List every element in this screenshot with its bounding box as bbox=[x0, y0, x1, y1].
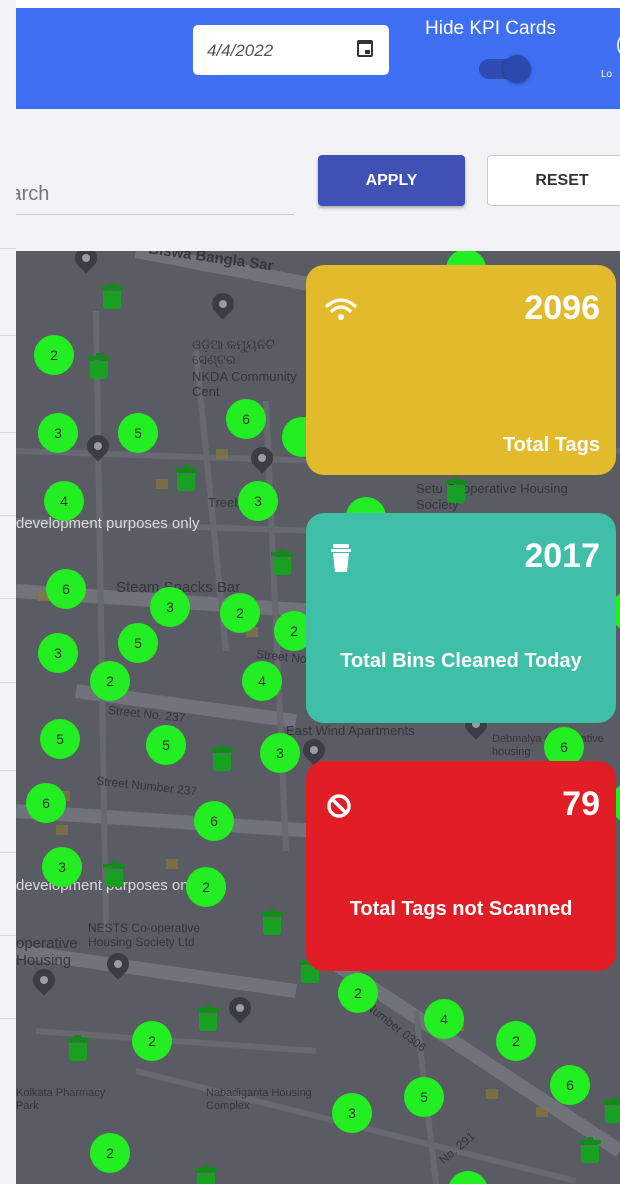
cluster-marker[interactable]: 3 bbox=[150, 587, 190, 627]
map-label-nests: NESTS Co-operative Housing Society Ltd bbox=[88, 921, 201, 949]
cluster-marker[interactable]: 3 bbox=[38, 413, 78, 453]
cluster-marker[interactable]: 3 bbox=[332, 1093, 372, 1133]
cluster-marker[interactable]: 2 bbox=[186, 867, 226, 907]
bin-icon[interactable] bbox=[603, 1097, 620, 1124]
kpi-label-total-tags: Total Tags bbox=[502, 434, 600, 456]
bin-icon[interactable] bbox=[197, 1005, 219, 1032]
kpi-card-total-tags: 2096 Total Tags bbox=[306, 265, 616, 475]
kpi-label-bins-cleaned: Total Bins Cleaned Today bbox=[340, 650, 582, 672]
calendar-icon[interactable] bbox=[357, 40, 373, 57]
cluster-marker[interactable]: 2 bbox=[496, 1021, 536, 1061]
map-label-nabadiganta: Nabadiganta Housing Complex bbox=[206, 1087, 312, 1112]
cluster-marker[interactable]: 5 bbox=[118, 623, 158, 663]
bin-icon[interactable] bbox=[211, 745, 233, 772]
bin-icon[interactable] bbox=[67, 1035, 89, 1062]
cluster-marker[interactable]: 5 bbox=[404, 1077, 444, 1117]
location-pin-icon[interactable] bbox=[102, 948, 134, 983]
kpi-label-tags-not-scanned: Total Tags not Scanned bbox=[349, 898, 573, 920]
cut-off-control: ( bbox=[616, 34, 620, 55]
bin-icon[interactable] bbox=[261, 909, 283, 936]
hide-kpi-label: Hide KPI Cards bbox=[425, 18, 556, 39]
hide-kpi-toggle[interactable] bbox=[479, 55, 531, 83]
date-value: 4/4/2022 bbox=[207, 41, 274, 60]
location-pin-icon[interactable] bbox=[246, 442, 278, 477]
location-pin-icon[interactable] bbox=[28, 964, 60, 999]
cluster-marker[interactable]: 2 bbox=[90, 661, 130, 701]
toggle-knob[interactable] bbox=[503, 55, 531, 83]
cluster-marker[interactable]: 2 bbox=[132, 1021, 172, 1061]
cluster-marker[interactable]: 2 bbox=[90, 1133, 130, 1173]
map-label-coop-housing: operative Housing bbox=[16, 935, 78, 969]
search-input[interactable] bbox=[16, 175, 294, 215]
cluster-marker[interactable]: 6 bbox=[226, 399, 266, 439]
map-label-pharmacy: Kolkata Pharmacy Park bbox=[16, 1087, 106, 1112]
map-label-nkda-odia: ଓଡ଼ିଆ କମ୍ୟୁନିଟି ସେଣ୍ଟର bbox=[192, 337, 275, 367]
cluster-marker[interactable]: 2 bbox=[338, 973, 378, 1013]
map-label-nkda: NKDA Community Cent bbox=[192, 369, 297, 399]
cluster-marker[interactable]: 3 bbox=[260, 733, 300, 773]
reset-button[interactable]: RESET bbox=[487, 155, 620, 206]
bin-icon[interactable] bbox=[445, 477, 467, 504]
cluster-marker[interactable]: 3 bbox=[42, 847, 82, 887]
map-label-setu: Setu Cooperative Housing Society bbox=[416, 481, 568, 512]
cluster-marker[interactable]: 4 bbox=[44, 481, 84, 521]
block-icon bbox=[327, 794, 351, 818]
kpi-card-tags-not-scanned: 79 Total Tags not Scanned bbox=[306, 761, 616, 971]
location-pin-icon[interactable] bbox=[207, 288, 239, 323]
filter-bar: APPLY RESET bbox=[16, 109, 620, 251]
bin-icon[interactable] bbox=[271, 549, 293, 576]
bin-icon[interactable] bbox=[88, 353, 110, 380]
cluster-marker[interactable]: 4 bbox=[242, 661, 282, 701]
wifi-icon bbox=[325, 298, 357, 320]
bin-icon[interactable] bbox=[195, 1165, 217, 1184]
cut-off-text: Lo bbox=[601, 69, 613, 80]
kpi-card-bins-cleaned: 2017 Total Bins Cleaned Today bbox=[306, 513, 616, 723]
kpi-value-total-tags: 2096 bbox=[524, 289, 600, 327]
cluster-marker[interactable]: 6 bbox=[194, 801, 234, 841]
location-pin-icon[interactable] bbox=[70, 251, 102, 277]
cluster-marker[interactable]: 5 bbox=[40, 719, 80, 759]
dashboard-frame: 4/4/2022 Hide KPI Cards ( Lo APPLY RESET bbox=[16, 0, 620, 1184]
bin-icon[interactable] bbox=[175, 465, 197, 492]
cluster-marker[interactable]: 5 bbox=[146, 725, 186, 765]
background-strip bbox=[0, 0, 16, 1184]
cluster-marker[interactable]: 2 bbox=[34, 335, 74, 375]
cluster-marker[interactable]: 4 bbox=[424, 999, 464, 1039]
cluster-marker[interactable]: 5 bbox=[118, 413, 158, 453]
kpi-value-tags-not-scanned: 79 bbox=[562, 785, 600, 823]
cluster-marker[interactable]: 6 bbox=[550, 1065, 590, 1105]
cluster-marker[interactable]: 3 bbox=[38, 633, 78, 673]
cluster-marker[interactable]: 6 bbox=[26, 783, 66, 823]
map-label-east-wind: East Wind Apartments bbox=[286, 723, 415, 738]
bin-icon[interactable] bbox=[103, 861, 125, 888]
cluster-marker[interactable]: 2 bbox=[220, 593, 260, 633]
bin-icon[interactable] bbox=[579, 1137, 601, 1164]
location-pin-icon[interactable] bbox=[224, 992, 256, 1027]
map-watermark-1: development purposes only bbox=[16, 515, 200, 532]
cluster-marker[interactable]: 3 bbox=[238, 481, 278, 521]
trash-icon bbox=[331, 544, 351, 572]
bin-icon[interactable] bbox=[101, 283, 123, 310]
cluster-marker[interactable]: 6 bbox=[46, 569, 86, 609]
top-bar: 4/4/2022 Hide KPI Cards ( Lo bbox=[16, 8, 620, 109]
date-picker[interactable]: 4/4/2022 bbox=[193, 25, 389, 75]
apply-button[interactable]: APPLY bbox=[318, 155, 465, 206]
kpi-value-bins-cleaned: 2017 bbox=[524, 537, 600, 575]
location-pin-icon[interactable] bbox=[82, 430, 114, 465]
